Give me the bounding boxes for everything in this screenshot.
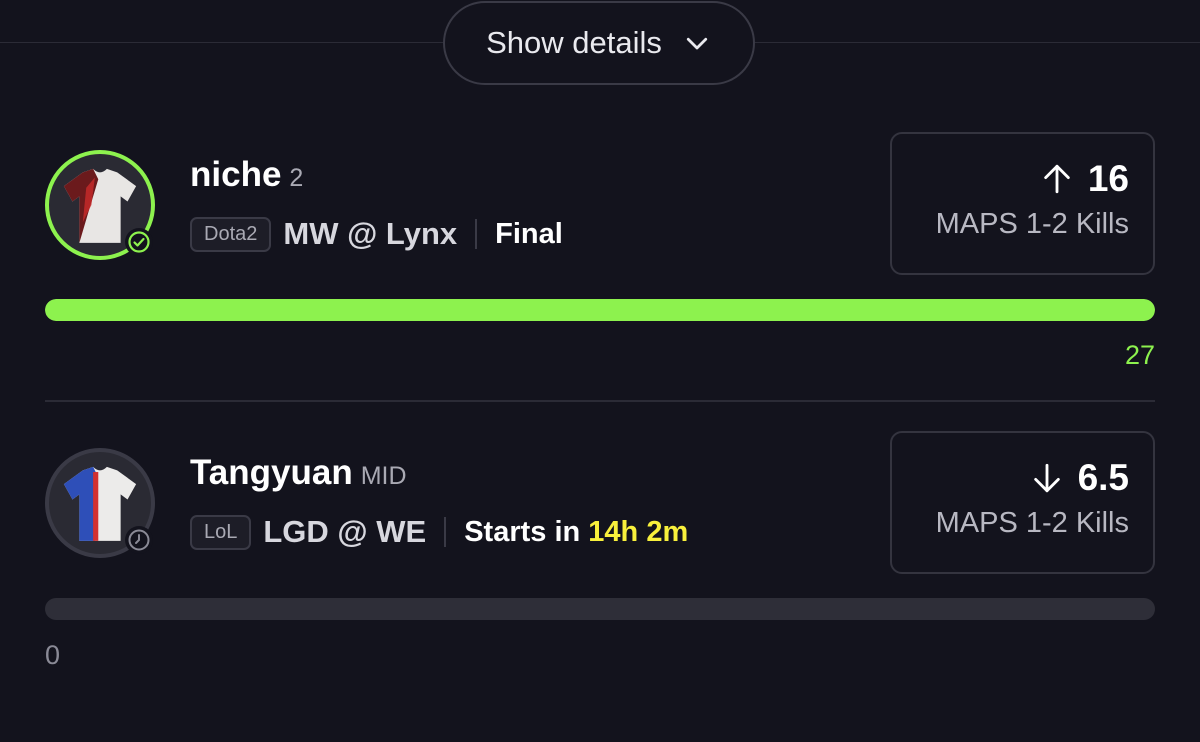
match-teams: LGD @ WE	[263, 514, 427, 549]
progress-value: 27	[1124, 340, 1155, 370]
player-position: MID	[360, 462, 407, 490]
match-status: Final	[495, 217, 563, 250]
line-label: MAPS 1-2 Kills	[935, 507, 1129, 539]
check-circle-icon	[125, 228, 153, 256]
projection-box[interactable]: 16 MAPS 1-2 Kills	[890, 132, 1155, 275]
player-card-tangyuan[interactable]: Tangyuan MID LoL LGD @ WE Starts in 14h 2…	[45, 431, 1155, 574]
player-avatar	[45, 448, 155, 558]
meta-separator	[475, 219, 478, 249]
clock-icon	[125, 526, 153, 554]
match-info: LoL LGD @ WE Starts in 14h 2m	[190, 514, 688, 550]
progress-bar	[45, 598, 1155, 620]
progress-bar	[45, 299, 1155, 321]
meta-separator	[444, 517, 447, 547]
chevron-down-icon	[686, 37, 708, 50]
show-details-label: Show details	[486, 25, 662, 60]
line-value: 16	[1087, 158, 1129, 199]
player-number: 2	[289, 164, 304, 192]
player-avatar	[45, 150, 155, 260]
player-card-niche[interactable]: niche 2 Dota2 MW @ Lynx Final 16 MAPS 1-2…	[45, 132, 1155, 275]
player-name: Tangyuan MID	[190, 453, 407, 492]
arrow-down-icon	[1030, 461, 1064, 495]
countdown: 14h 2m	[588, 515, 689, 548]
player-name: niche 2	[190, 155, 304, 194]
projection-box[interactable]: 6.5 MAPS 1-2 Kills	[890, 431, 1155, 574]
game-tag: LoL	[190, 514, 252, 550]
arrow-up-icon	[1040, 162, 1074, 196]
match-teams: MW @ Lynx	[283, 216, 458, 251]
game-tag: Dota2	[190, 216, 272, 252]
match-info: Dota2 MW @ Lynx Final	[190, 216, 563, 252]
show-details-button[interactable]: Show details	[443, 1, 755, 85]
line-value: 6.5	[1077, 457, 1129, 498]
progress-fill	[45, 299, 1155, 321]
line-label: MAPS 1-2 Kills	[935, 208, 1129, 240]
match-status: Starts in 14h 2m	[464, 515, 689, 548]
progress-value: 0	[45, 640, 61, 670]
row-divider	[45, 400, 1155, 402]
